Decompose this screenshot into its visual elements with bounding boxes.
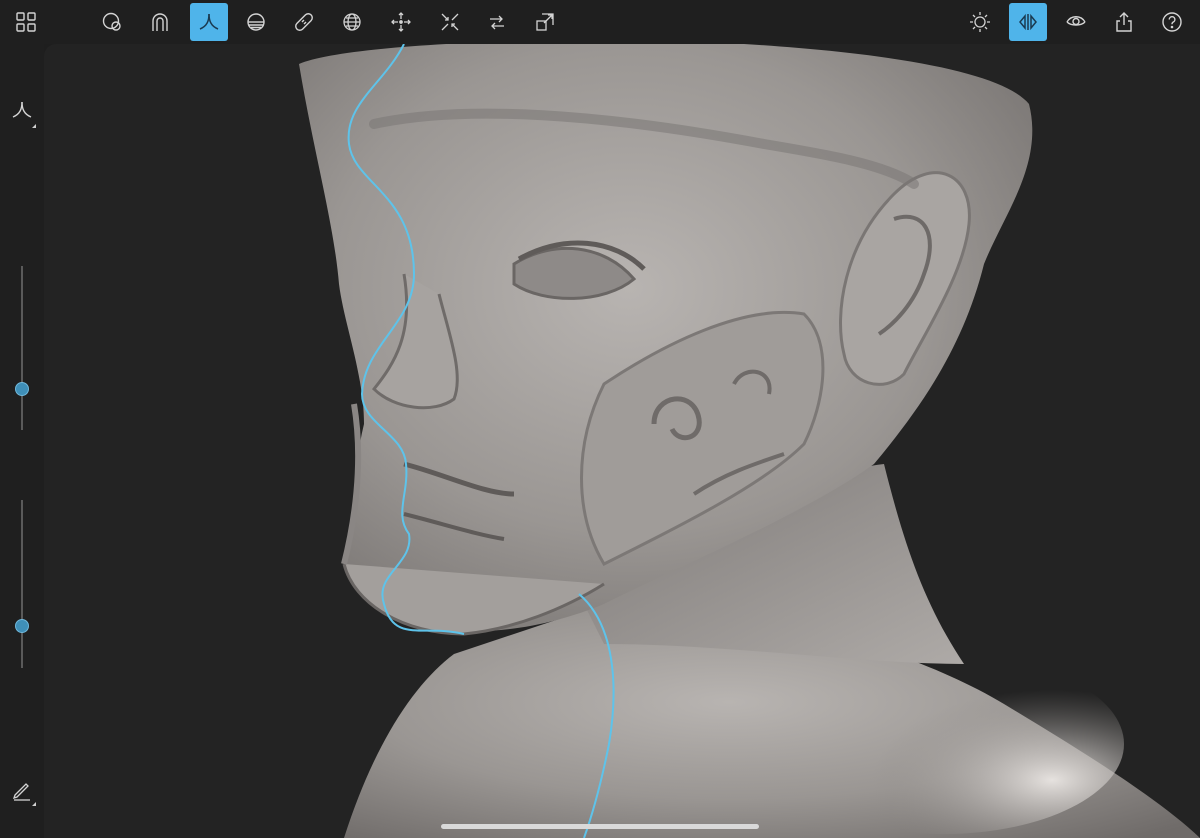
- submenu-indicator-icon: [32, 798, 36, 806]
- bandage-icon[interactable]: [285, 3, 323, 41]
- hemisphere-icon[interactable]: [237, 3, 275, 41]
- brush-library-icon[interactable]: [93, 3, 131, 41]
- left-sidebar: [0, 44, 44, 838]
- symmetry-icon[interactable]: [1009, 3, 1047, 41]
- globe-icon[interactable]: [333, 3, 371, 41]
- share-icon[interactable]: [1105, 3, 1143, 41]
- sculpt-model: [299, 44, 1200, 838]
- transform-icon[interactable]: [526, 3, 564, 41]
- lighting-icon[interactable]: [961, 3, 999, 41]
- brush-size-slider-track[interactable]: [21, 266, 23, 430]
- brush-strength-slider-track[interactable]: [21, 500, 23, 668]
- brush-strength-slider-thumb[interactable]: [15, 619, 29, 633]
- pinch-icon[interactable]: [431, 3, 469, 41]
- grid-menu-icon[interactable]: [7, 3, 45, 41]
- eye-icon[interactable]: [1057, 3, 1095, 41]
- inflate-icon[interactable]: [382, 3, 420, 41]
- sculpt-viewport[interactable]: [44, 44, 1200, 838]
- home-indicator[interactable]: [441, 824, 759, 829]
- swap-arrows-icon[interactable]: [478, 3, 516, 41]
- submenu-indicator-icon: [32, 120, 36, 128]
- standard-brush-icon[interactable]: [190, 3, 228, 41]
- top-toolbar: [0, 0, 1200, 44]
- magnet-icon[interactable]: [141, 3, 179, 41]
- brush-size-slider-thumb[interactable]: [15, 382, 29, 396]
- help-icon[interactable]: [1153, 3, 1191, 41]
